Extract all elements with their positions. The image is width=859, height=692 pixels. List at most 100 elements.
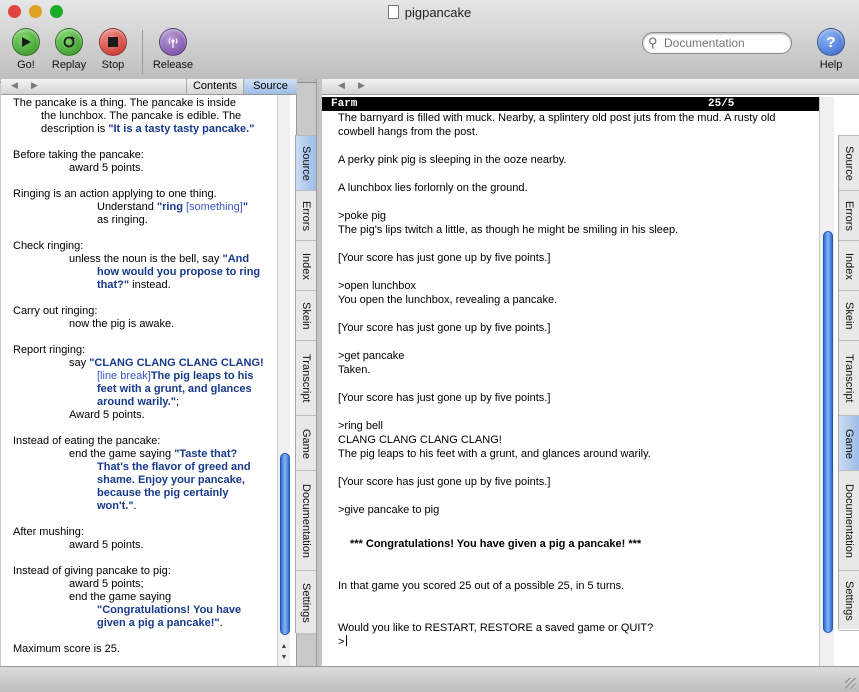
window-title: pigpancake [0,5,859,20]
toolbar-separator [142,30,143,74]
forward-arrow-icon[interactable]: ▶ [358,80,365,91]
side-tab-game[interactable]: Game [296,415,316,471]
source-line: Understand [97,201,157,213]
substitution-text: [something] [185,201,243,213]
source-line: end the game saying [69,448,175,460]
stop-icon [99,28,127,56]
substitution-text: [line break] [97,370,151,382]
source-line: Carry out ringing: [13,305,98,317]
quoted-string: that?" [97,279,130,291]
help-button[interactable]: ? Help [806,28,856,71]
search-input[interactable] [662,34,786,52]
source-tab[interactable]: Source [243,79,297,94]
player-command: >open lunchbox [338,280,416,292]
score-turns: 25/5 [708,98,735,110]
side-tab-label: Errors [300,201,312,231]
game-scrollbar[interactable] [819,97,834,666]
game-text: You open the lunchbox, revealing a panca… [338,294,558,306]
replay-button[interactable]: Replay [44,28,94,71]
source-editor[interactable]: The pancake is a thing. The pancake is i… [1,95,277,666]
quoted-string: around warily." [97,396,176,408]
documentation-search[interactable]: ⚲ [642,32,792,54]
broadcast-icon [159,28,187,56]
source-line: the lunchbox. The pancake is edible. The [41,110,242,122]
game-text: CLANG CLANG CLANG CLANG! [338,434,502,446]
right-pane: ◀ ▶ Farm 25/5 The barnyard is filled wit… [322,79,859,666]
side-tab-documentation[interactable]: Documentation [296,470,316,571]
source-line: Instead of eating the pancake: [13,435,161,447]
side-tab-transcript[interactable]: Transcript [839,340,859,416]
side-tab-source[interactable]: Source [296,135,316,191]
side-tab-label: Settings [843,580,855,621]
source-line: as ringing. [97,214,148,226]
quoted-string: feet with a grunt, and glances [97,383,252,395]
source-line: Award 5 points. [69,409,145,421]
game-text: A lunchbox lies forlornly on the ground. [338,182,528,194]
side-tab-errors[interactable]: Errors [296,190,316,241]
scrollbar-thumb[interactable] [823,231,833,633]
source-line: end the game saying [69,591,172,603]
source-line: instead. [129,279,171,291]
side-tab-index[interactable]: Index [839,240,859,291]
right-side-tabs: Source Errors Index Skein Transcript Gam… [838,135,859,631]
quoted-string: won't." [97,500,134,512]
scrollbar-thumb[interactable] [280,453,290,635]
player-command: >poke pig [338,210,387,222]
command-prompt[interactable]: > [338,636,344,648]
side-tab-settings[interactable]: Settings [296,570,316,635]
quoted-string: "ring [156,201,186,213]
source-line: say [69,357,90,369]
stop-button[interactable]: Stop [88,28,138,71]
side-tab-source[interactable]: Source [839,135,859,191]
quoted-string: how would you propose to ring [97,266,261,278]
side-tab-label: Documentation [300,484,312,558]
source-line: award 5 points; [69,578,144,590]
source-line: description is [41,123,109,135]
side-tab-index[interactable]: Index [296,240,316,291]
quoted-string: The pig leaps to his [150,370,254,382]
side-tab-label: Skein [843,302,855,330]
side-tab-label: Errors [843,201,855,231]
player-command: >ring bell [338,420,383,432]
source-line: The pancake is a thing. The pancake is i… [13,97,236,109]
scroll-down-arrow-icon[interactable]: ▼ [279,654,289,661]
contents-tab[interactable]: Contents [186,79,243,94]
player-command: >get pancake [338,350,405,362]
game-text: cowbell hangs from the post. [338,126,479,138]
back-arrow-icon[interactable]: ◀ [338,80,345,91]
congratulations-message: *** Congratulations! You have given a pi… [350,538,642,550]
left-pane-navbar: ◀ ▶ Contents Source [1,79,297,95]
release-button[interactable]: Release [148,28,198,71]
quoted-string: "It is a tasty tasty pancake." [108,123,255,135]
side-tab-label: Source [300,146,312,181]
side-tab-label: Settings [300,582,312,623]
back-arrow-icon[interactable]: ◀ [11,80,18,91]
score-notice: [Your score has just gone up by five poi… [338,476,551,488]
forward-arrow-icon[interactable]: ▶ [31,80,38,91]
quoted-string: "And [222,253,250,265]
replay-icon [55,28,83,56]
quoted-string: " [242,201,249,213]
side-tab-label: Game [300,428,312,459]
resize-grip-icon[interactable] [845,678,856,689]
source-scrollbar[interactable]: ▲ ▼ [277,95,290,666]
quoted-string: That's the flavor of greed and [97,461,251,473]
source-line: Maximum score is 25. [13,643,120,655]
left-pane: ◀ ▶ Contents Source The pancake is a thi… [1,79,297,666]
side-tab-skein[interactable]: Skein [296,290,316,341]
source-line: . [219,617,223,629]
game-text: The barnyard is filled with muck. Nearby… [338,112,776,124]
game-text: A perky pink pig is sleeping in the ooze… [338,154,567,166]
source-line: . [133,500,137,512]
side-tab-errors[interactable]: Errors [839,190,859,241]
side-tab-game[interactable]: Game [839,415,859,471]
side-tab-documentation[interactable]: Documentation [839,470,859,571]
side-tab-skein[interactable]: Skein [839,290,859,341]
side-tab-settings[interactable]: Settings [839,570,859,631]
scroll-up-arrow-icon[interactable]: ▲ [279,643,289,650]
source-line: Check ringing: [13,240,84,252]
game-window[interactable]: Farm 25/5 The barnyard is filled with mu… [322,97,819,666]
side-tab-transcript[interactable]: Transcript [296,340,316,416]
text-cursor [346,635,348,646]
window-bottom-bar [0,666,859,692]
